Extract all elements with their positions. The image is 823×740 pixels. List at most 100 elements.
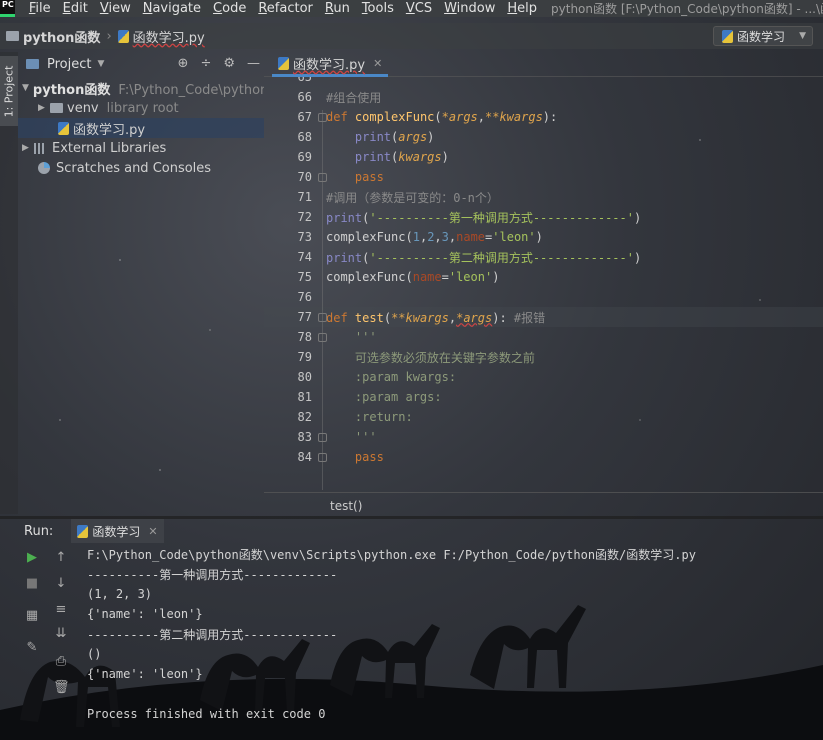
code-comment: #报错 bbox=[513, 310, 546, 325]
menu-refactor[interactable]: Refactor bbox=[252, 0, 319, 17]
line-number: 70 bbox=[297, 170, 312, 184]
library-icon bbox=[34, 142, 46, 154]
structure-icon[interactable] bbox=[1, 96, 17, 112]
close-icon[interactable]: ✕ bbox=[148, 525, 157, 538]
code-string: '----------第二种调用方式-------------' bbox=[369, 250, 634, 265]
soft-wrap-icon[interactable]: ≡ bbox=[53, 602, 69, 618]
menu-tools[interactable]: Tools bbox=[356, 0, 400, 17]
code-keyword: def bbox=[326, 110, 348, 124]
tree-item-external-libraries[interactable]: ▶ External Libraries bbox=[18, 138, 264, 158]
line-number: 69 bbox=[297, 150, 312, 164]
line-number: 79 bbox=[297, 350, 312, 364]
menu-file[interactable]: File bbox=[23, 0, 57, 17]
run-configuration-label: 函数学习 bbox=[737, 29, 786, 44]
trash-icon[interactable]: 🗑 bbox=[53, 680, 70, 696]
code-call: complexFunc bbox=[326, 230, 406, 244]
console-line: {'name': 'leon'} bbox=[87, 667, 203, 681]
line-number: 77 bbox=[297, 310, 312, 324]
menu-code[interactable]: Code bbox=[207, 0, 252, 17]
indent-guide bbox=[322, 110, 323, 490]
line-number: 74 bbox=[297, 250, 312, 264]
code-string: '----------第一种调用方式-------------' bbox=[369, 210, 634, 225]
breadcrumb-project[interactable]: python函数 bbox=[23, 27, 100, 46]
line-number: 71 bbox=[297, 190, 312, 204]
collapse-all-icon[interactable]: ÷ bbox=[200, 56, 211, 71]
editor-tab-bar: 函数学习.py ✕ bbox=[264, 52, 823, 77]
tree-item-project-root[interactable]: ▼ python函数 F:\Python_Code\python函数 bbox=[18, 78, 264, 98]
project-panel-header: Project ▼ ⊕ ÷ ⚙ — bbox=[18, 52, 264, 76]
code-punct: , bbox=[434, 230, 442, 244]
code-docstring: 可选参数必须放在关键字参数之前 bbox=[354, 350, 535, 365]
tab-run-config[interactable]: 函数学习 ✕ bbox=[71, 519, 164, 543]
code-punct: ) bbox=[441, 150, 449, 164]
line-number: 72 bbox=[297, 210, 312, 224]
tree-item-label: External Libraries bbox=[52, 140, 167, 156]
editor-breadcrumb[interactable]: test() bbox=[264, 492, 823, 518]
code-punct: ( bbox=[405, 270, 413, 284]
code-function-name: test bbox=[354, 310, 384, 325]
code-editor[interactable]: 65 66 #组合使用 67 def complexFunc(*args,**kwa… bbox=[264, 77, 823, 492]
print-icon[interactable]: ⎙ bbox=[53, 654, 69, 670]
run-configuration-select[interactable]: 函数学习 ▼ bbox=[713, 26, 813, 46]
pin-icon[interactable]: ✎ bbox=[24, 640, 40, 656]
run-panel-label: Run: bbox=[24, 523, 54, 539]
code-punct: ) bbox=[427, 130, 435, 144]
line-number: 82 bbox=[297, 410, 312, 424]
menu-edit[interactable]: Edit bbox=[57, 0, 94, 17]
run-panel-header: Run: 函数学习 ✕ bbox=[18, 519, 823, 543]
tab-editor-file[interactable]: 函数学习.py ✕ bbox=[272, 52, 389, 77]
console-output[interactable]: F:\Python_Code\python函数\venv\Scripts\pyt… bbox=[87, 546, 817, 736]
scroll-up-icon[interactable]: ↑ bbox=[53, 550, 69, 566]
layout-icon[interactable]: ▦ bbox=[24, 608, 40, 624]
code-punct: ) bbox=[633, 210, 642, 225]
tree-item-scratches[interactable]: Scratches and Consoles bbox=[18, 158, 264, 178]
code-keyword: pass bbox=[354, 450, 384, 464]
tree-item-path: F:\Python_Code\python函数 bbox=[118, 82, 264, 98]
code-punct: = bbox=[441, 270, 449, 284]
code-builtin: print bbox=[326, 250, 363, 265]
code-punct: ( bbox=[405, 230, 413, 244]
rerun-icon[interactable]: ▶ bbox=[24, 550, 40, 566]
hide-icon[interactable]: — bbox=[247, 56, 260, 71]
menu-navigate[interactable]: Navigate bbox=[137, 0, 207, 17]
menu-run[interactable]: Run bbox=[319, 0, 356, 17]
python-file-icon bbox=[722, 29, 733, 43]
project-panel-title[interactable]: Project bbox=[47, 57, 91, 72]
close-icon[interactable]: ✕ bbox=[373, 57, 382, 70]
folder-icon bbox=[50, 103, 63, 113]
line-number: 67 bbox=[297, 110, 312, 124]
python-file-icon bbox=[278, 56, 289, 70]
menu-window[interactable]: Window bbox=[438, 0, 501, 17]
gear-icon[interactable]: ⚙ bbox=[223, 56, 235, 71]
chevron-down-icon[interactable]: ▼ bbox=[97, 59, 104, 69]
menu-help[interactable]: Help bbox=[501, 0, 543, 17]
menu-view[interactable]: View bbox=[94, 0, 137, 17]
expanded-arrow-icon: ▼ bbox=[22, 83, 29, 93]
line-number: 66 bbox=[297, 90, 312, 104]
menu-vcs[interactable]: VCS bbox=[400, 0, 438, 17]
code-builtin: print bbox=[354, 130, 392, 144]
code-punct: ( bbox=[383, 310, 392, 325]
breadcrumb-function[interactable]: test() bbox=[330, 499, 362, 513]
code-punct: ) bbox=[633, 250, 642, 265]
locate-icon[interactable]: ⊕ bbox=[178, 56, 189, 71]
tab-project-tool-window[interactable]: 1: Project bbox=[0, 56, 18, 126]
tree-item-file[interactable]: 函数学习.py bbox=[18, 118, 264, 138]
breadcrumb-file[interactable]: 函数学习.py bbox=[133, 27, 205, 46]
scroll-to-end-icon[interactable]: ⇊ bbox=[53, 626, 69, 642]
tree-item-label: python函数 bbox=[32, 82, 111, 98]
console-line: {'name': 'leon'} bbox=[87, 607, 203, 621]
line-number: 75 bbox=[297, 270, 312, 284]
stop-icon[interactable]: ■ bbox=[24, 576, 40, 592]
code-builtin: print bbox=[354, 150, 392, 164]
chevron-right-icon: › bbox=[106, 28, 112, 44]
tree-item-venv[interactable]: ▶ venv library root bbox=[18, 98, 264, 118]
console-line: Process finished with exit code 0 bbox=[87, 707, 326, 721]
scroll-down-icon[interactable]: ↓ bbox=[53, 576, 69, 592]
code-number: 1 bbox=[412, 230, 420, 244]
code-param: *args bbox=[441, 110, 478, 124]
line-number: 68 bbox=[297, 130, 312, 144]
code-docstring: :param kwargs: bbox=[354, 370, 457, 384]
code-docstring: ''' bbox=[354, 430, 377, 444]
code-call: complexFunc bbox=[326, 270, 406, 284]
